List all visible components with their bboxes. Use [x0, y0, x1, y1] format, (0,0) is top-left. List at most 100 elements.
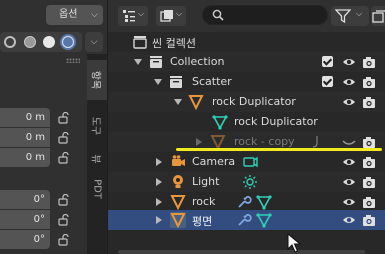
display-mode-dropdown[interactable]: ⌵: [156, 6, 186, 26]
outliner-panel: ⌵ ⌵ ⌵ 씬 컬렉션 Collection Scatter rock Dupl…: [108, 0, 385, 254]
outliner-row-rock[interactable]: rock: [108, 192, 385, 212]
location-y-field[interactable]: 0 m: [0, 128, 50, 147]
scene-collection-icon: [133, 36, 147, 49]
unlock-icon[interactable]: [58, 194, 69, 206]
modifier-wrench-icon: [238, 214, 252, 226]
outliner-row-label: 씬 컬렉션: [152, 37, 196, 50]
eye-icon[interactable]: [342, 175, 356, 189]
rendered-shading-icon[interactable]: [62, 36, 74, 48]
search-input[interactable]: [202, 5, 328, 25]
light-data-icon: [243, 175, 257, 189]
render-camera-icon[interactable]: [362, 95, 376, 109]
eye-closed-icon[interactable]: [342, 135, 356, 149]
outliner-row-label: rock Duplicator: [234, 115, 318, 128]
outliner-row-label: rock: [192, 195, 216, 208]
exclude-checkbox[interactable]: [322, 76, 333, 87]
expand-arrow-icon[interactable]: [156, 198, 162, 206]
rotation-y-field[interactable]: 0°: [0, 210, 50, 229]
render-camera-icon[interactable]: [362, 55, 376, 69]
tab-tool[interactable]: 도구: [87, 106, 107, 146]
eye-icon[interactable]: [342, 195, 356, 209]
light-icon: [173, 175, 183, 188]
outliner-row-light[interactable]: Light: [108, 172, 385, 192]
unlock-icon[interactable]: [58, 152, 69, 164]
expand-arrow-icon[interactable]: [134, 59, 142, 65]
unlock-icon[interactable]: [58, 234, 69, 246]
material-preview-shading-icon[interactable]: [43, 36, 55, 48]
chevron-down-icon: ⌵: [90, 37, 98, 47]
linked-data-icon: [312, 136, 318, 148]
render-camera-icon[interactable]: [362, 155, 376, 169]
outliner-editor-icon: [123, 10, 135, 22]
options-dropdown[interactable]: 옵션 ⌵: [46, 5, 103, 25]
properties-panel: 0 m 0 m 0 m 0° 0° 0°: [0, 54, 87, 254]
outliner-row-label: Collection: [170, 55, 225, 68]
outliner-row-label: Scatter: [192, 75, 232, 88]
expand-arrow-icon[interactable]: [196, 138, 202, 146]
outliner-row-camera[interactable]: Camera: [108, 152, 385, 172]
outliner-row-label: Camera: [192, 155, 236, 168]
expand-arrow-icon[interactable]: [156, 216, 162, 224]
tab-view[interactable]: 뷰: [87, 146, 107, 172]
tab-tool-label: 도구: [89, 116, 101, 136]
outliner-row-plane[interactable]: 평면: [108, 210, 385, 230]
render-camera-icon[interactable]: [362, 213, 376, 227]
object-icon: [170, 212, 186, 228]
sidebar-tabs: 항목 도구 뷰 PDT: [87, 54, 107, 254]
panel-drag-handle[interactable]: [66, 58, 80, 63]
horizontal-scrollbar[interactable]: [118, 250, 365, 254]
solid-shading-icon[interactable]: [24, 36, 36, 48]
tab-pdt-label: PDT: [91, 179, 103, 199]
outliner-row-rock-duplicator[interactable]: rock Duplicator: [108, 92, 385, 112]
outliner-row-label: 평면: [192, 215, 213, 228]
view-layer-icon: [160, 10, 173, 22]
outliner-row-scatter[interactable]: Scatter: [108, 72, 385, 92]
location-z-field[interactable]: 0 m: [0, 148, 50, 167]
eye-icon[interactable]: [342, 55, 356, 69]
outliner-row-label: rock Duplicator: [212, 95, 296, 108]
outliner-row-collection[interactable]: Collection: [108, 52, 385, 72]
modifier-wrench-icon: [238, 196, 252, 208]
render-camera-icon[interactable]: [362, 195, 376, 209]
render-camera-icon[interactable]: [362, 75, 376, 89]
outliner-header: ⌵ ⌵ ⌵: [108, 0, 385, 32]
eye-icon[interactable]: [342, 75, 356, 89]
mouse-cursor-icon: [287, 233, 301, 253]
unlock-icon[interactable]: [58, 132, 69, 144]
options-label: 옵션: [59, 9, 78, 20]
rotation-x-field[interactable]: 0°: [0, 190, 50, 209]
mesh-data-icon: [256, 195, 272, 210]
unlock-icon[interactable]: [58, 214, 69, 226]
shading-options-dropdown[interactable]: ⌵: [85, 32, 103, 52]
expand-arrow-icon[interactable]: [154, 79, 162, 85]
outliner-row-label: rock - copy: [234, 135, 295, 148]
eye-icon[interactable]: [342, 95, 356, 109]
camera-icon: [172, 155, 185, 166]
tab-view-label: 뷰: [89, 154, 101, 164]
outliner-row-mesh-data[interactable]: rock Duplicator: [108, 112, 385, 132]
wireframe-shading-icon[interactable]: [4, 36, 16, 48]
expand-arrow-icon[interactable]: [174, 99, 182, 105]
eye-icon[interactable]: [342, 213, 356, 227]
eye-icon[interactable]: [342, 155, 356, 169]
outliner-row-label: Light: [192, 175, 220, 188]
new-collection-icon: [372, 10, 385, 23]
object-icon: [170, 195, 186, 210]
rotation-z-field[interactable]: 0°: [0, 230, 50, 249]
filter-dropdown[interactable]: ⌵: [331, 6, 369, 26]
new-collection-button[interactable]: [371, 6, 385, 26]
unlock-icon[interactable]: [58, 112, 69, 124]
expand-arrow-icon[interactable]: [156, 158, 162, 166]
render-camera-icon[interactable]: [362, 135, 376, 149]
mesh-data-icon: [256, 213, 272, 228]
outliner-row-scene-collection[interactable]: 씬 컬렉션: [108, 32, 385, 52]
collection-icon: [170, 76, 182, 88]
tab-pdt[interactable]: PDT: [87, 172, 107, 206]
location-x-field[interactable]: 0 m: [0, 108, 50, 127]
tab-item[interactable]: 항목: [87, 60, 107, 100]
expand-arrow-icon[interactable]: [156, 178, 162, 186]
editor-type-dropdown[interactable]: ⌵: [118, 6, 148, 26]
exclude-checkbox[interactable]: [322, 56, 333, 67]
render-camera-icon[interactable]: [362, 175, 376, 189]
chevron-down-icon: ⌵: [356, 9, 363, 18]
